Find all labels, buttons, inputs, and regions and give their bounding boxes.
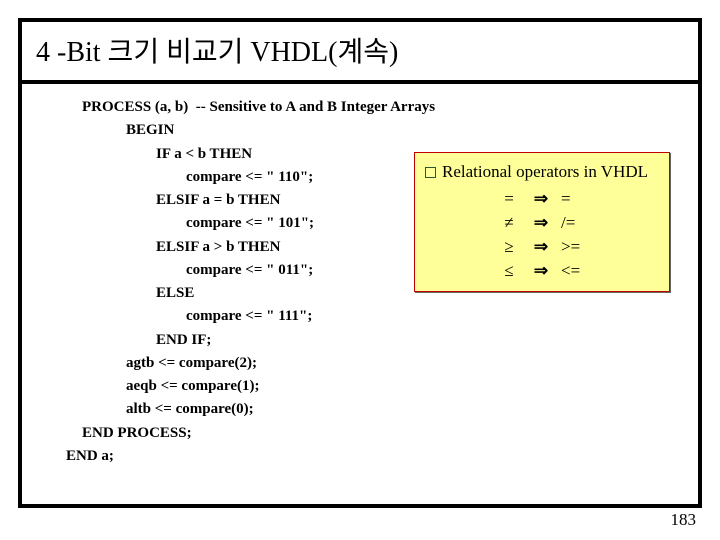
code-line: altb <= compare(0); (66, 398, 680, 421)
relops-symbol: = (497, 187, 521, 211)
code-line: agtb <= compare(2); (66, 352, 680, 375)
relops-row: ≠ ⇒ /= (425, 211, 661, 235)
slide-frame: 4 -Bit 크기 비교기 VHDL(계속) PROCESS (a, b) --… (18, 18, 702, 508)
arrow-icon: ⇒ (529, 211, 553, 235)
relops-heading: Relational operators in VHDL (425, 159, 661, 185)
slide-title: 4 -Bit 크기 비교기 VHDL(계속) (22, 22, 698, 84)
arrow-icon: ⇒ (529, 259, 553, 283)
relops-row: = ⇒ = (425, 187, 661, 211)
relops-vhdl: = (561, 187, 589, 211)
relops-vhdl: <= (561, 259, 589, 283)
square-bullet-icon (425, 167, 436, 178)
relops-row: ≥ ⇒ >= (425, 235, 661, 259)
arrow-icon: ⇒ (529, 235, 553, 259)
relops-vhdl: >= (561, 235, 589, 259)
code-line: aeqb <= compare(1); (66, 375, 680, 398)
page-number: 183 (671, 510, 697, 530)
code-line: END PROCESS; (66, 422, 680, 445)
slide-content: PROCESS (a, b) -- Sensitive to A and B I… (22, 84, 698, 478)
code-line: PROCESS (a, b) -- Sensitive to A and B I… (66, 96, 680, 119)
code-line: BEGIN (66, 119, 680, 142)
relops-symbol: ≠ (497, 211, 521, 235)
relops-row: ≤ ⇒ <= (425, 259, 661, 283)
relops-heading-text: Relational operators in VHDL (442, 162, 648, 181)
relops-symbol: ≥ (497, 235, 521, 259)
relational-operators-box: Relational operators in VHDL = ⇒ = ≠ ⇒ /… (414, 152, 670, 292)
code-line: END IF; (66, 329, 680, 352)
arrow-icon: ⇒ (529, 187, 553, 211)
code-line: compare <= " 111"; (66, 305, 680, 328)
relops-symbol: ≤ (497, 259, 521, 283)
relops-vhdl: /= (561, 211, 589, 235)
code-line: END a; (66, 445, 680, 468)
